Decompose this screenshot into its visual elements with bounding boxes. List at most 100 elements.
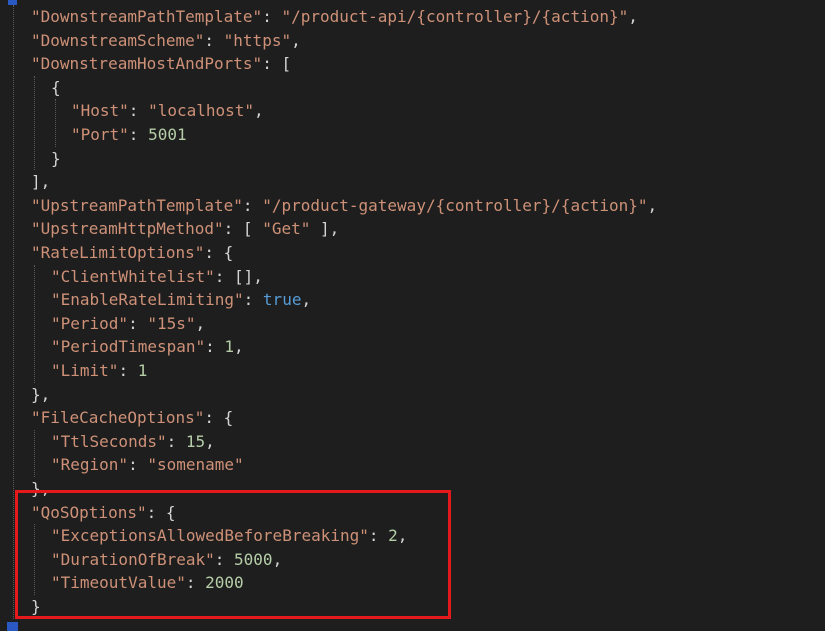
- json-punctuation: {: [165, 502, 176, 522]
- json-key: "FileCacheOptions": [31, 408, 205, 428]
- json-bracket: [: [242, 219, 263, 239]
- json-key: "DurationOfBreak": [51, 549, 215, 569]
- json-bracket: ]: [310, 219, 330, 239]
- code-editor[interactable]: "DownstreamPathTemplate": "/product-api/…: [0, 0, 825, 631]
- code-line[interactable]: "DownstreamScheme": "https",: [31, 29, 301, 53]
- json-comma: ,: [272, 549, 283, 569]
- json-key: "Host": [71, 101, 129, 121]
- json-punctuation: {: [223, 408, 234, 428]
- json-comma: ,: [254, 101, 264, 121]
- code-line[interactable]: "Port": 5001: [71, 123, 187, 147]
- json-colon: :: [166, 431, 186, 451]
- indent-guide: [34, 75, 35, 171]
- gutter-marker-bottom: [7, 622, 18, 631]
- json-colon: :: [205, 337, 225, 357]
- indent-guide: [34, 524, 35, 595]
- code-line[interactable]: "ExceptionsAllowedBeforeBreaking": 2,: [51, 524, 407, 548]
- code-line[interactable]: "RateLimitOptions": {: [31, 241, 233, 265]
- code-line[interactable]: },: [31, 383, 50, 407]
- json-punctuation: {: [51, 77, 61, 97]
- json-colon: :: [262, 7, 282, 26]
- json-punctuation: {: [223, 243, 234, 262]
- code-line[interactable]: "Region": "somename": [51, 453, 244, 477]
- json-comma: ,: [234, 337, 244, 357]
- json-comma: ,: [397, 526, 408, 546]
- json-colon: :: [146, 502, 166, 522]
- code-line[interactable]: "UpstreamPathTemplate": "/product-gatewa…: [31, 194, 657, 218]
- json-key: "EnableRateLimiting": [51, 290, 244, 310]
- code-line[interactable]: "TimeoutValue": 2000: [51, 571, 244, 595]
- code-line[interactable]: "Limit": 1: [51, 359, 147, 383]
- code-line[interactable]: "FileCacheOptions": {: [31, 406, 233, 430]
- json-colon: :: [128, 455, 148, 475]
- json-key: "DownstreamHostAndPorts": [31, 54, 263, 74]
- code-line[interactable]: "ClientWhitelist": [],: [51, 265, 263, 289]
- json-number-value: 2000: [205, 573, 244, 593]
- json-key: "Limit": [51, 361, 119, 380]
- code-line[interactable]: "DownstreamHostAndPorts": [: [31, 52, 291, 76]
- json-comma: ,: [329, 219, 340, 239]
- json-punctuation: []: [234, 266, 254, 286]
- code-line[interactable]: },: [31, 477, 50, 501]
- code-line[interactable]: {: [51, 76, 61, 100]
- json-colon: :: [204, 243, 224, 262]
- json-comma: ,: [647, 195, 658, 215]
- json-number-value: 2: [388, 526, 398, 546]
- code-line[interactable]: "UpstreamHttpMethod": [ "Get" ],: [31, 217, 339, 241]
- code-line[interactable]: "EnableRateLimiting": true,: [51, 288, 311, 312]
- json-colon: :: [368, 526, 389, 546]
- code-line[interactable]: "PeriodTimespan": 1,: [51, 335, 244, 359]
- code-line[interactable]: "DownstreamPathTemplate": "/product-api/…: [31, 5, 638, 29]
- json-punctuation: }: [51, 148, 61, 168]
- json-colon: :: [242, 195, 263, 215]
- json-key: "ExceptionsAllowedBeforeBreaking": [51, 526, 369, 546]
- json-colon: :: [262, 54, 282, 74]
- json-string-value: "somename": [147, 455, 244, 475]
- json-key: "DownstreamScheme": [31, 30, 205, 50]
- json-colon: :: [204, 30, 224, 50]
- code-line[interactable]: "Host": "localhost",: [71, 99, 264, 123]
- json-boolean-value: true: [262, 290, 302, 310]
- json-key: "Port": [71, 125, 129, 144]
- json-colon: :: [118, 361, 138, 380]
- json-colon: :: [214, 549, 235, 569]
- code-line[interactable]: ],: [31, 170, 50, 194]
- json-key: "TtlSeconds": [51, 431, 167, 451]
- json-colon: :: [223, 219, 243, 239]
- json-comma: ,: [253, 266, 263, 286]
- json-key: "Period": [51, 313, 129, 333]
- json-number-value: 5000: [234, 549, 273, 569]
- json-punctuation: }: [31, 597, 41, 616]
- json-key: "UpstreamPathTemplate": [31, 195, 243, 215]
- json-comma: ,: [291, 30, 301, 50]
- code-line[interactable]: "Period": "15s",: [51, 312, 205, 336]
- json-key: "PeriodTimespan": [51, 337, 206, 357]
- json-string-value: "localhost": [148, 101, 255, 121]
- json-punctuation: },: [31, 384, 51, 404]
- code-line[interactable]: "QoSOptions": {: [31, 501, 176, 525]
- json-colon: :: [204, 408, 224, 428]
- code-line[interactable]: }: [51, 147, 61, 171]
- json-key: "ClientWhitelist": [51, 266, 215, 286]
- json-punctuation: },: [31, 479, 51, 498]
- json-key: "Region": [51, 455, 129, 475]
- json-comma: ,: [205, 431, 215, 451]
- json-string-value: "Get": [262, 219, 311, 239]
- json-string-value: "/product-gateway/{controller}/{action}": [262, 195, 648, 215]
- code-line[interactable]: "DurationOfBreak": 5000,: [51, 548, 282, 572]
- json-key: "QoSOptions": [31, 502, 147, 522]
- code-line[interactable]: "TtlSeconds": 15,: [51, 430, 215, 454]
- json-colon: :: [128, 313, 148, 333]
- json-number-value: 5001: [148, 125, 187, 144]
- json-colon: :: [243, 290, 263, 310]
- code-line[interactable]: }: [31, 595, 41, 619]
- json-punctuation: [: [281, 54, 292, 74]
- json-colon: :: [185, 573, 206, 593]
- indent-guide: [55, 99, 56, 147]
- indent-guide: [13, 5, 14, 619]
- json-number-value: 15: [185, 431, 206, 451]
- json-key: "DownstreamPathTemplate": [31, 7, 263, 26]
- json-key: "TimeoutValue": [51, 573, 186, 593]
- json-key: "UpstreamHttpMethod": [31, 219, 224, 239]
- json-colon: :: [128, 101, 149, 121]
